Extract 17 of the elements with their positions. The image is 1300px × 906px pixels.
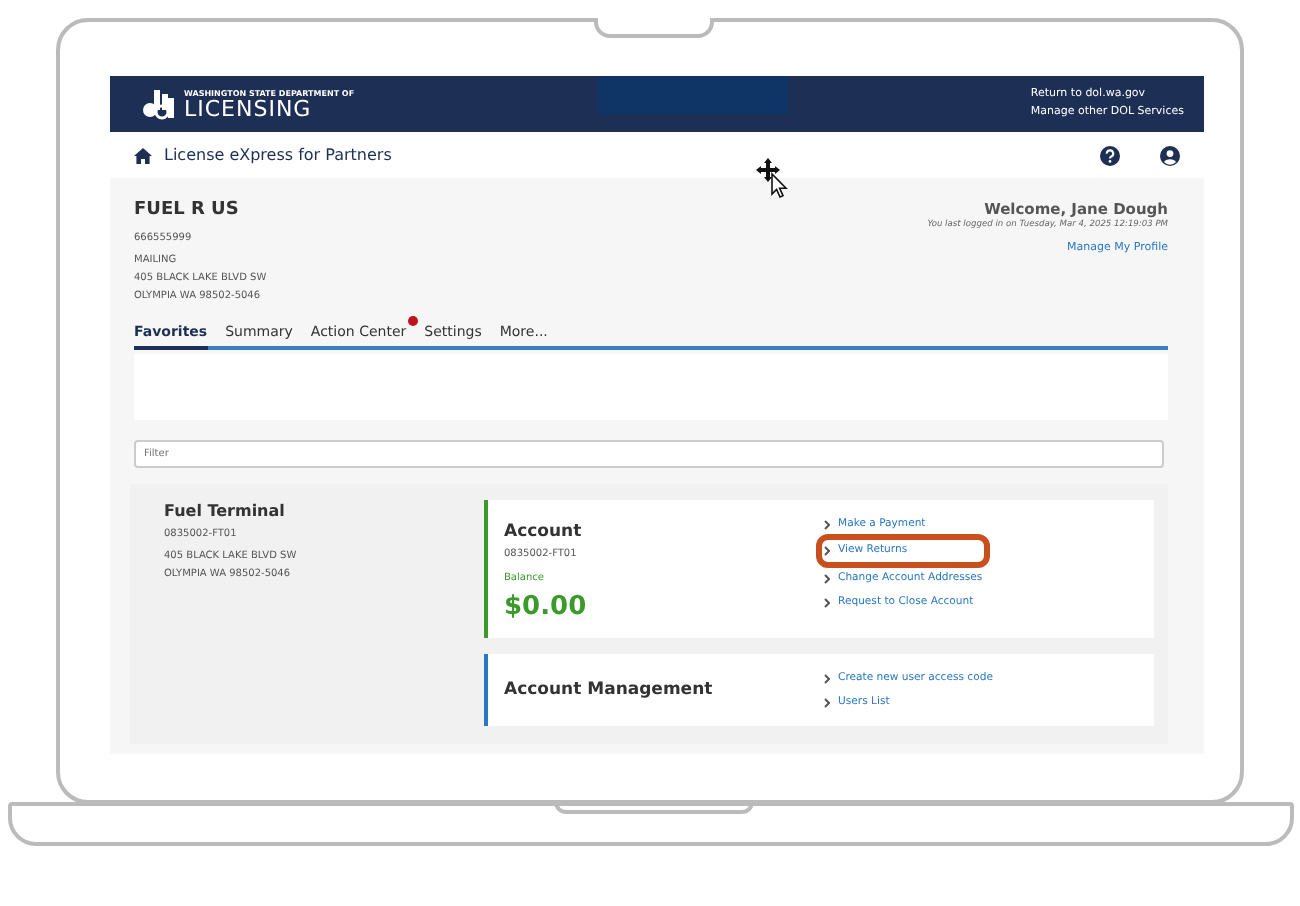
panel-title: Account (504, 520, 584, 546)
chevron-icon (824, 597, 830, 607)
logo-title: LICENSING (184, 97, 312, 119)
chevron-icon (824, 519, 830, 529)
location-name: Fuel Terminal (164, 500, 287, 524)
panel-title: Account Management (504, 677, 715, 704)
app-title: License eXpress for Partners (164, 143, 392, 167)
balance-amount: $0.00 (504, 589, 589, 626)
home-icon[interactable] (134, 147, 152, 163)
user-icon[interactable] (1160, 145, 1180, 165)
business-name: FUEL R US (134, 198, 241, 224)
help-icon[interactable] (1100, 145, 1120, 165)
chevron-icon (824, 546, 830, 556)
chevron-icon (824, 697, 830, 708)
chevron-icon (824, 573, 830, 583)
logo-icon (142, 89, 176, 119)
chevron-icon (824, 673, 830, 684)
